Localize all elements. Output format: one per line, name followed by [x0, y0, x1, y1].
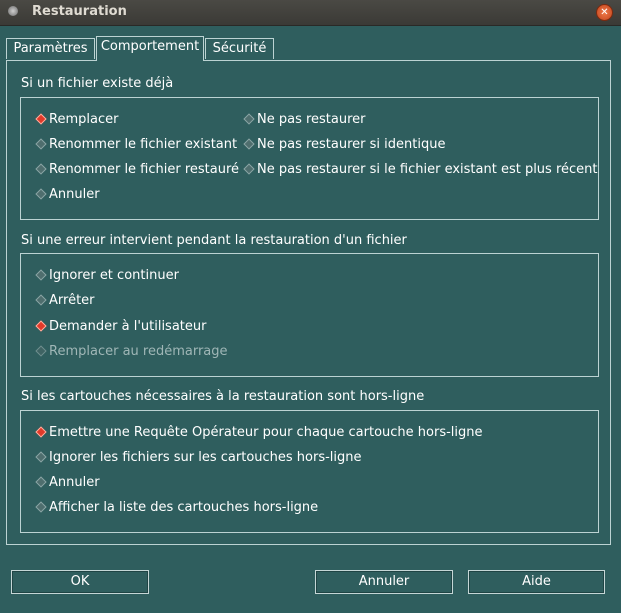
tab-parametres[interactable]: Paramètres: [6, 38, 95, 59]
title-bar: Restauration ✕: [0, 0, 621, 26]
group-offline-cartridges: Emettre une Requête Opérateur pour chaqu…: [20, 410, 599, 533]
radio-label: Afficher la liste des cartouches hors-li…: [49, 500, 319, 515]
radio-label: Remplacer au redémarrage: [49, 344, 228, 359]
radio-icon: [243, 138, 255, 150]
section-title-offline-cartridges: Si les cartouches nécessaires à la resta…: [21, 389, 425, 404]
radio-icon: [243, 113, 255, 125]
radio-icon: [35, 138, 47, 150]
cancel-button[interactable]: Annuler: [315, 570, 453, 594]
group-restore-error: Ignorer et continuer Arrêter Demander à …: [20, 253, 599, 377]
window-menu-icon[interactable]: [8, 6, 18, 16]
radio-label: Ne pas restaurer: [257, 112, 366, 127]
radio-label: Ne pas restaurer si le fichier existant …: [257, 162, 598, 177]
ok-button[interactable]: OK: [11, 570, 149, 594]
radio-label: Demander à l'utilisateur: [49, 319, 207, 334]
radio-label: Ignorer et continuer: [49, 268, 179, 283]
radio-label: Ignorer les fichiers sur les cartouches …: [49, 450, 362, 465]
radio-label: Renommer le fichier restauré: [49, 162, 240, 177]
tab-panel-comportement: Si un fichier existe déjà Remplacer Reno…: [6, 60, 611, 545]
radio-label: Annuler: [49, 187, 100, 202]
radio-label: Annuler: [49, 475, 100, 490]
section-title-file-exists: Si un fichier existe déjà: [21, 76, 174, 91]
radio-icon: [35, 188, 47, 200]
radio-label: Renommer le fichier existant: [49, 137, 238, 152]
window-title: Restauration: [32, 4, 127, 19]
radio-label: Remplacer: [49, 112, 119, 127]
radio-icon: [35, 345, 47, 357]
radio-icon: [35, 501, 47, 513]
radio-label: Arrêter: [49, 293, 95, 308]
radio-selected-icon: [35, 113, 47, 125]
radio-icon: [35, 163, 47, 175]
radio-icon: [35, 294, 47, 306]
radio-selected-icon: [35, 426, 47, 438]
radio-icon: [243, 163, 255, 175]
help-button[interactable]: Aide: [468, 570, 605, 594]
radio-icon: [35, 451, 47, 463]
radio-label: Ne pas restaurer si identique: [257, 137, 446, 152]
tab-securite[interactable]: Sécurité: [205, 38, 274, 59]
close-icon[interactable]: ✕: [596, 4, 613, 21]
tab-comportement[interactable]: Comportement: [96, 36, 204, 61]
radio-icon: [35, 269, 47, 281]
section-title-restore-error: Si une erreur intervient pendant la rest…: [21, 233, 407, 248]
radio-icon: [35, 476, 47, 488]
radio-label: Emettre une Requête Opérateur pour chaqu…: [49, 425, 483, 440]
radio-selected-icon: [35, 320, 47, 332]
group-file-exists: Remplacer Renommer le fichier existant R…: [20, 97, 599, 220]
